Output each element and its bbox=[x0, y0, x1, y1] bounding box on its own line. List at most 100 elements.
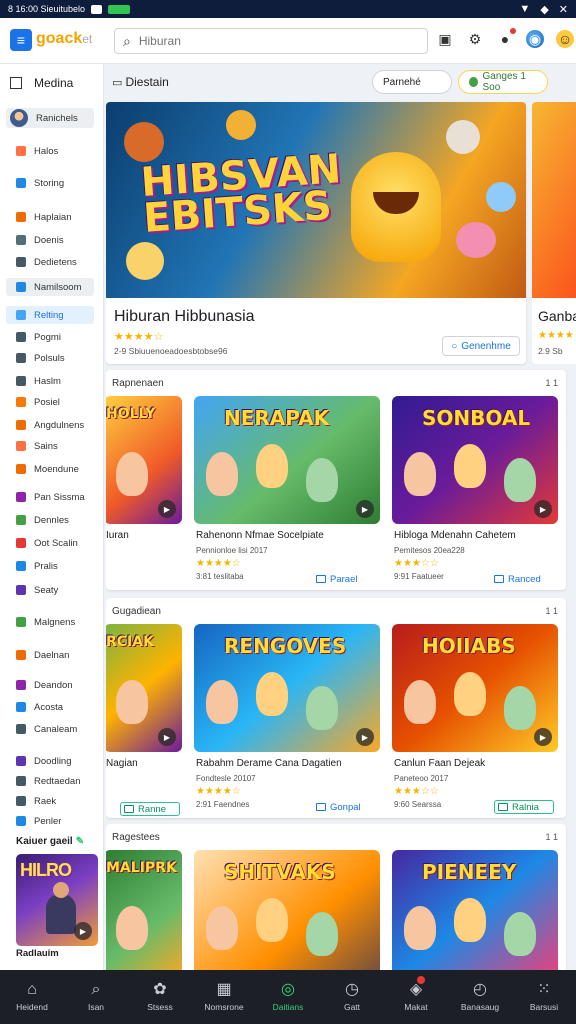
sidebar-item[interactable]: Storing bbox=[6, 174, 94, 192]
game-action-label: Ranced bbox=[508, 573, 541, 585]
game-thumbnail[interactable]: RCIAK ▶ bbox=[106, 624, 182, 752]
game-thumbnail[interactable]: SHITVAKS bbox=[194, 850, 380, 970]
bottom-nav-item[interactable]: ⁙ Barsusi bbox=[512, 970, 576, 1024]
play-icon[interactable]: ▶ bbox=[356, 728, 374, 746]
bottom-nav-item[interactable]: ✿ Stsess bbox=[128, 970, 192, 1024]
app-logo[interactable]: goacket bbox=[36, 30, 92, 48]
game-action-button[interactable]: Gonpal bbox=[316, 800, 376, 814]
sidebar-item[interactable]: Doodling bbox=[6, 752, 94, 770]
sidebar-item[interactable]: Posiel bbox=[6, 393, 94, 411]
sidebar-item-label: Haplaian bbox=[34, 211, 72, 223]
bottom-nav-item[interactable]: ◈ Makat bbox=[384, 970, 448, 1024]
sidebar-item-icon bbox=[16, 235, 26, 245]
emoji-icon[interactable]: ☺ bbox=[556, 30, 574, 48]
sidebar-item[interactable]: Oot Scalin bbox=[6, 534, 94, 552]
play-icon[interactable]: ▶ bbox=[534, 500, 552, 518]
game-thumbnail[interactable]: SONBOAL ▶ bbox=[392, 396, 558, 524]
grid-icon: ⁙ bbox=[537, 981, 551, 998]
notification-icon[interactable]: ● bbox=[496, 28, 516, 48]
game-tile[interactable]: NERAPAK ▶ Rahenonn Nfmae Socelpiate Pennion… bbox=[194, 396, 380, 586]
bell-icon[interactable]: ⚙ bbox=[466, 30, 484, 48]
sidebar-item[interactable]: Daelnan bbox=[6, 646, 94, 664]
sidebar-item[interactable]: Angdulnens bbox=[6, 416, 94, 434]
game-tile[interactable]: HOIIABS ▶ Canlun Faan Dejeak Paneteoo 2017 ★… bbox=[392, 624, 558, 814]
game-thumbnail[interactable]: HOIIABS ▶ bbox=[392, 624, 558, 752]
avatar-icon[interactable]: ◉ bbox=[526, 30, 544, 48]
sidebar-item[interactable]: Namilsoom bbox=[6, 278, 94, 296]
sidebar-item[interactable]: Moendune bbox=[6, 460, 94, 478]
game-tile[interactable]: HOLLY ▶ Iuran bbox=[106, 396, 182, 586]
character-figure bbox=[504, 458, 536, 502]
play-icon[interactable]: ▶ bbox=[158, 728, 176, 746]
sidebar-item[interactable]: Polsuls bbox=[6, 349, 94, 367]
sidebar-item[interactable]: Halos bbox=[6, 142, 94, 160]
sidebar-item-icon bbox=[16, 332, 26, 342]
sidebar-item[interactable]: Pan Sissma bbox=[6, 488, 94, 506]
sidebar-item[interactable]: Redtaedan bbox=[6, 772, 94, 790]
hero-image[interactable]: HIBSVAN EBITSKS bbox=[106, 102, 526, 298]
game-tile[interactable]: RENGOVES ▶ Rabahm Derame Cana Dagatien Fond… bbox=[194, 624, 380, 814]
cast-icon[interactable]: ▣ bbox=[436, 30, 454, 48]
sidebar-item-profile[interactable]: Ranichels bbox=[6, 108, 94, 128]
sidebar-item[interactable]: Haplaian bbox=[6, 208, 94, 226]
sidebar-item[interactable]: Seaty bbox=[6, 581, 94, 599]
game-tile[interactable]: PIENEEY bbox=[392, 850, 558, 970]
hero-next-image bbox=[532, 102, 576, 298]
content-row: Gugadiean 1 1 RCIAK ▶ Nagian Ranne RENGOVES ▶ Ra… bbox=[106, 598, 566, 818]
row-count[interactable]: 1 1 bbox=[545, 378, 558, 388]
game-thumbnail[interactable]: MALIPRK bbox=[106, 850, 182, 970]
sidebar-item[interactable]: Penler bbox=[6, 812, 94, 830]
game-thumbnail[interactable]: RENGOVES ▶ bbox=[194, 624, 380, 752]
bottom-nav-item[interactable]: ◎ Daitians bbox=[256, 970, 320, 1024]
sidebar-item-icon bbox=[16, 282, 26, 292]
hero-button[interactable]: ○ Genenhme bbox=[442, 336, 520, 356]
play-icon[interactable]: ▶ bbox=[158, 500, 176, 518]
bottom-nav-item[interactable]: ⌕ Isan bbox=[64, 970, 128, 1024]
row-count[interactable]: 1 1 bbox=[545, 606, 558, 616]
game-tile[interactable]: RCIAK ▶ Nagian Ranne bbox=[106, 624, 182, 816]
character-dog bbox=[446, 120, 480, 154]
sidebar-item[interactable]: Sains bbox=[6, 437, 94, 455]
game-tile[interactable]: SONBOAL ▶ Hibloga Mdenahn Cahetem Pemitesos… bbox=[392, 396, 558, 586]
sidebar-item[interactable]: Relting bbox=[6, 306, 94, 324]
game-action-button[interactable]: Ranne bbox=[120, 802, 180, 816]
hero-title[interactable]: Hiburan Hibbunasia bbox=[114, 308, 255, 326]
character-figure bbox=[116, 680, 148, 724]
hero-card[interactable]: HIBSVAN EBITSKS Hiburan Hibbunasia ★★★★☆ … bbox=[106, 102, 526, 364]
play-icon[interactable]: ▶ bbox=[534, 728, 552, 746]
sidebar-item[interactable]: Dedietens bbox=[6, 253, 94, 271]
sidebar-item[interactable]: Pralis bbox=[6, 557, 94, 575]
search-box[interactable]: ⌕ bbox=[114, 28, 428, 54]
game-rating: ★★★☆☆ bbox=[394, 786, 439, 797]
game-action-button[interactable]: Ranced bbox=[494, 572, 554, 586]
game-tile[interactable]: SHITVAKS bbox=[194, 850, 380, 970]
bottom-nav-item[interactable]: ⌂ Heidend bbox=[0, 970, 64, 1024]
row-count[interactable]: 1 1 bbox=[545, 832, 558, 842]
game-action-button[interactable]: Parael bbox=[316, 572, 376, 586]
menu-icon[interactable]: ≡ bbox=[10, 29, 32, 51]
game-thumbnail[interactable]: PIENEEY bbox=[392, 850, 558, 970]
sidebar-item[interactable]: Malgnens bbox=[6, 613, 94, 631]
filter-chip[interactable]: Parnehé bbox=[372, 70, 452, 94]
play-icon[interactable]: ▶ bbox=[356, 500, 374, 518]
search-input[interactable] bbox=[138, 34, 399, 48]
sidebar-item[interactable]: Haslm bbox=[6, 372, 94, 390]
game-action-button[interactable]: Ralnia bbox=[494, 800, 554, 814]
game-thumbnail[interactable]: NERAPAK ▶ bbox=[194, 396, 380, 524]
bottom-nav-item[interactable]: ▦ Nomsrone bbox=[192, 970, 256, 1024]
sidebar-item[interactable]: Dennles bbox=[6, 511, 94, 529]
sidebar-thumbnail[interactable]: HILRO ▶ bbox=[16, 854, 98, 946]
bottom-nav-item[interactable]: ◴ Banasaug bbox=[448, 970, 512, 1024]
game-tile[interactable]: MALIPRK bbox=[106, 850, 182, 970]
sidebar-header[interactable]: Medina bbox=[10, 76, 73, 90]
game-thumbnail[interactable]: HOLLY ▶ bbox=[106, 396, 182, 524]
sidebar-item[interactable]: Deandon bbox=[6, 676, 94, 694]
games-chip[interactable]: Ganges 1 Soo bbox=[458, 70, 548, 94]
sidebar-item[interactable]: Doenis bbox=[6, 231, 94, 249]
hero-card-next[interactable]: Ganba ★★★★ 2.9 Sb bbox=[532, 102, 576, 364]
sidebar-item[interactable]: Raek bbox=[6, 792, 94, 810]
sidebar-item[interactable]: Canaleam bbox=[6, 720, 94, 738]
sidebar-item[interactable]: Acosta bbox=[6, 698, 94, 716]
sidebar-item[interactable]: Pogmi bbox=[6, 328, 94, 346]
bottom-nav-item[interactable]: ◷ Gatt bbox=[320, 970, 384, 1024]
